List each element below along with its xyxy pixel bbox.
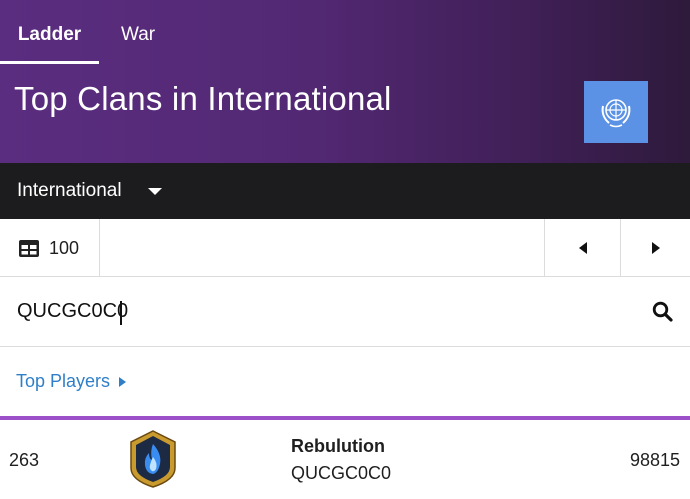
chevron-right-icon: [651, 242, 660, 254]
text-cursor: [120, 301, 122, 325]
chevron-left-icon: [578, 242, 587, 254]
tab-ladder[interactable]: Ladder: [0, 0, 99, 64]
clan-rank: 263: [9, 450, 40, 470]
united-nations-flag-icon: [584, 81, 648, 143]
tab-war[interactable]: War: [121, 0, 155, 64]
chevron-down-icon: [148, 188, 162, 195]
previous-page-button[interactable]: [544, 219, 620, 277]
next-page-button[interactable]: [620, 219, 690, 277]
location-label: International: [17, 180, 122, 201]
clan-badge-blue-flame-icon: [130, 430, 176, 488]
clan-score: 98815: [629, 450, 680, 470]
page-title: Top Clans in International: [14, 80, 392, 117]
top-players-link[interactable]: Top Players: [16, 371, 127, 392]
search-icon[interactable]: [652, 301, 673, 322]
search-bar: [0, 277, 690, 347]
clan-row[interactable]: 263 Rebulution QUCGC0C0 98815: [0, 420, 690, 499]
top-players-label: Top Players: [16, 371, 111, 391]
clan-tag: QUCGC0C0: [291, 463, 392, 483]
search-input[interactable]: [0, 277, 630, 346]
chevron-right-icon: [119, 376, 127, 387]
page-size-selector[interactable]: 100: [0, 219, 100, 277]
table-icon: [19, 239, 39, 257]
header: Ladder War Top Clans in International: [0, 0, 690, 163]
clan-name: Rebulution: [291, 436, 385, 456]
page-size-value: 100: [49, 237, 80, 258]
pagination-bar: 100: [0, 219, 690, 277]
location-selector[interactable]: International: [0, 163, 690, 219]
